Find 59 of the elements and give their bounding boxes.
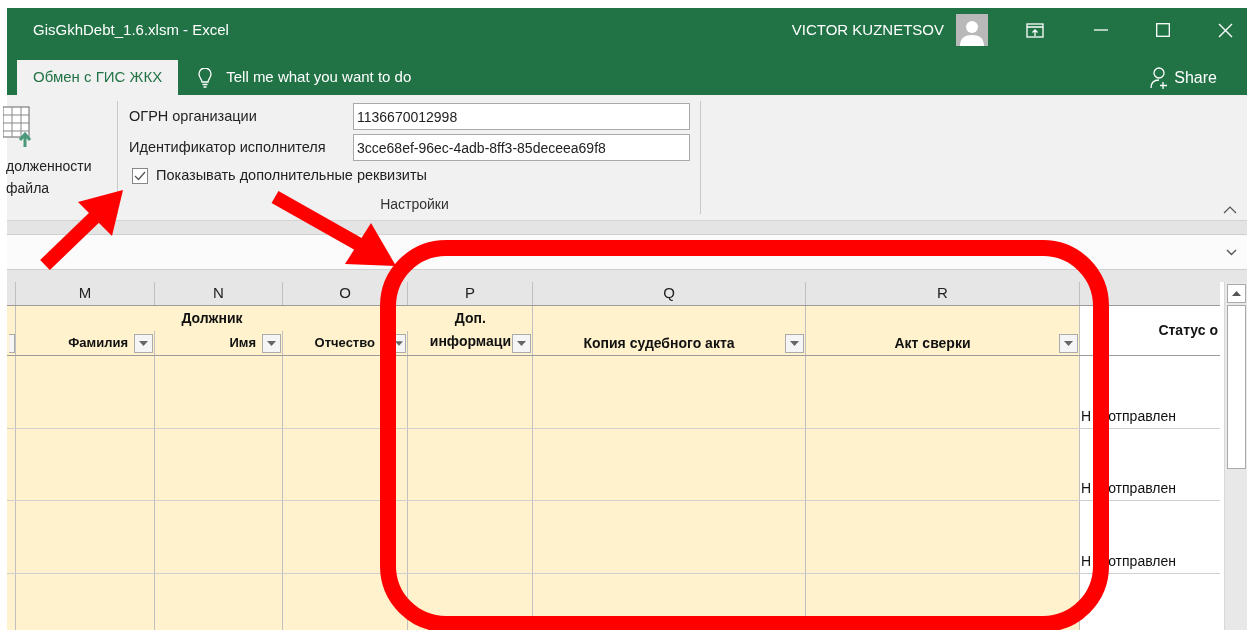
text-input[interactable]: 3cce68ef-96ec-4adb-8ff3-85deceea69f8 [353,134,690,161]
maximize-icon[interactable] [1156,23,1170,37]
filter-button[interactable] [1059,334,1078,353]
column-header[interactable]: P [408,282,533,305]
status-text: Н [1081,552,1092,571]
ribbon-tab[interactable]: Обмен с ГИС ЖКХ [17,60,179,95]
table-cell [7,501,16,573]
column-title: Копия судебного акта [582,334,736,353]
up-triangle-icon [1231,291,1241,296]
user-name: VICTOR KUZNETSOV [791,19,944,40]
close-icon[interactable] [1218,22,1233,38]
dropdown-triangle-icon [1064,341,1073,346]
status-text: Н [1081,479,1092,498]
column-header[interactable]: N [155,282,283,305]
column-title: Отчество [314,334,375,352]
collapse-ribbon-icon[interactable] [1223,206,1237,214]
dropdown-triangle-icon [267,341,276,346]
column-header[interactable]: R [806,282,1080,305]
group-label: Настройки [380,195,449,214]
column-title: Акт сверки [893,334,972,353]
column-title: Статус о [1158,321,1218,340]
checkbox-label: Показывать дополнительные реквизиты [156,166,427,186]
dropdown-triangle-icon [395,341,403,346]
status-text: отправлен [1108,479,1176,498]
share-button[interactable]: Share [1174,65,1217,90]
column-title: Фамилия [68,334,128,352]
status-text: отправлен [1108,552,1176,571]
column-title: Доп. информаци [429,309,511,351]
field-label: Идентификатор исполнителя [129,137,327,157]
filter-button[interactable] [785,334,804,353]
scroll-up-button[interactable] [1226,284,1246,303]
ribbon-display-icon[interactable] [1026,22,1044,38]
text-input[interactable]: 1136670012998 [353,103,690,130]
dropdown-triangle-icon [517,341,526,346]
dropdown-triangle-icon [139,341,148,346]
filter-button[interactable] [134,334,153,353]
lightbulb-icon [198,67,213,88]
status-text: Н [1081,407,1092,426]
group-header: Должник [181,308,243,328]
scroll-thumb[interactable] [1226,305,1246,469]
checkbox[interactable] [132,168,148,184]
dropdown-triangle-icon [790,341,799,346]
vertical-scrollbar[interactable] [1224,282,1247,630]
column-title: Имя [229,334,256,352]
table-cell [7,429,16,500]
column-header[interactable]: O [283,282,408,305]
column-header[interactable]: M [16,282,155,305]
filter-button[interactable] [512,334,531,353]
filter-button[interactable] [395,334,406,353]
window-title: GisGkhDebt_1.6.xlsm - Excel [33,19,229,40]
filter-button[interactable] [262,334,281,353]
import-debts-button[interactable]: долженности файла [6,155,117,199]
column-header[interactable]: Q [533,282,806,305]
spreadsheet-import-icon[interactable] [3,105,33,147]
field-label: ОГРН организации [129,106,258,126]
table-cell [7,574,16,630]
status-text: отправлен [1108,407,1176,426]
tell-me-search[interactable]: Tell me what you want to do [226,66,412,89]
expand-chevron-icon[interactable] [1226,248,1237,256]
